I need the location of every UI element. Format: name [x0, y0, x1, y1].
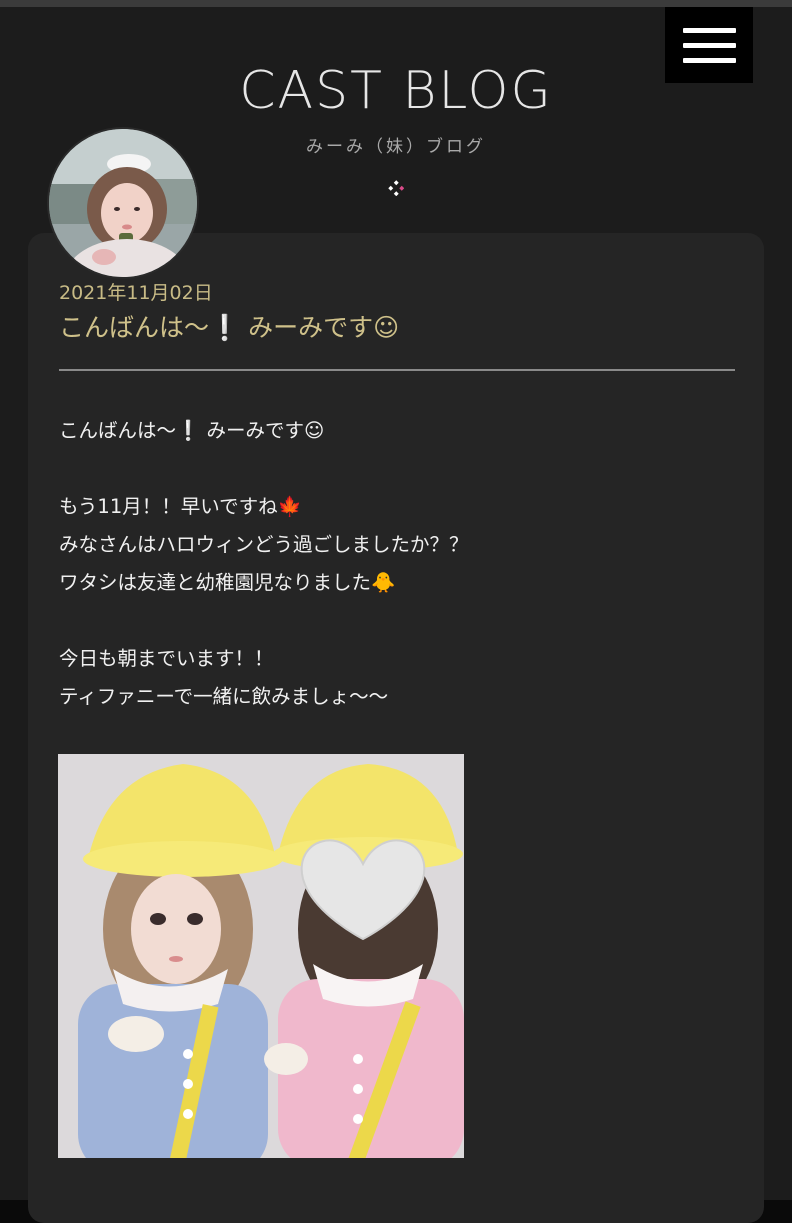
title-divider [59, 369, 735, 371]
post-body-line: みなさんはハロウィンどう過ごしましたか？？ [59, 533, 469, 556]
page-title: CAST BLOG [239, 61, 553, 121]
status-strip [0, 0, 792, 7]
post-body-line: ティファニーで一緒に飲みましょ〜〜 [59, 685, 389, 708]
post-body: こんばんは〜❕ みーみです☺︎ もう11月！！早いですね🍁 みなさんはハロウィン… [59, 412, 739, 716]
post-body-line: 今日も朝までいます！！ [59, 647, 274, 670]
menu-icon-bar-middle [682, 42, 736, 48]
post-title[interactable]: こんばんは〜❕ みーみです☺︎ [59, 310, 399, 346]
post-body-line: ワタシは友達と幼稚園児なりました🐥 [59, 571, 396, 594]
post-body-line: こんばんは〜❕ みーみです☺︎ [59, 419, 325, 442]
cast-avatar[interactable] [47, 127, 199, 279]
diamond-ornament-icon [388, 180, 404, 196]
post-body-line [59, 602, 739, 640]
photo-image [58, 754, 464, 1158]
post-date: 2021年11月02日 [59, 282, 213, 304]
post-photo[interactable] [58, 754, 464, 1158]
menu-icon-bar-top [682, 27, 736, 33]
post-body-line [59, 450, 739, 488]
post-body-line: もう11月！！早いですね🍁 [59, 495, 302, 518]
avatar-image [49, 129, 197, 277]
